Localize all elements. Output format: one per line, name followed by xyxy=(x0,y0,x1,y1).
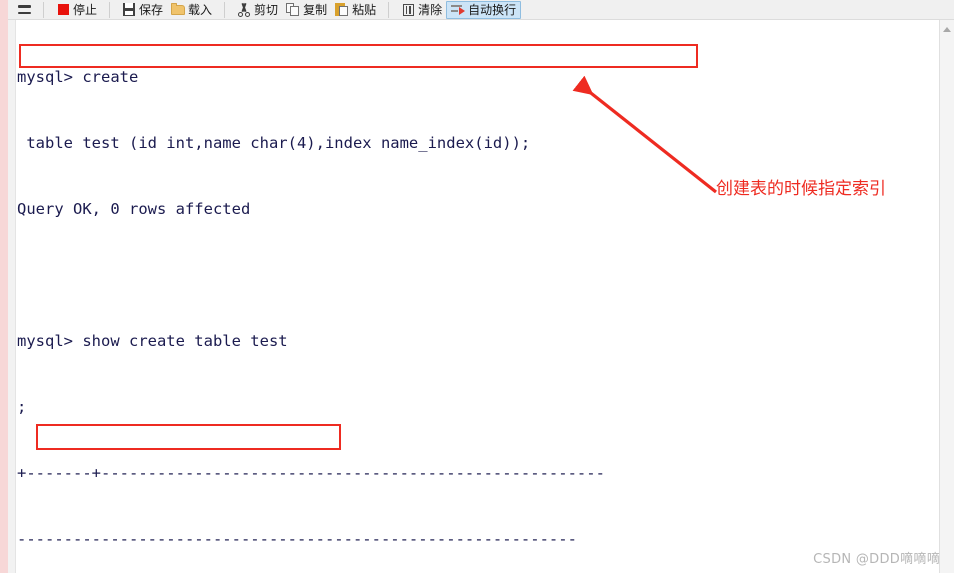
word-wrap-icon xyxy=(451,3,466,17)
save-icon xyxy=(122,3,136,17)
toolbar-divider xyxy=(388,1,390,18)
toolbar-group-view: 清除 自动换行 xyxy=(392,0,526,20)
toolbar-group-edit: 剪切 复制 粘贴 xyxy=(228,0,385,20)
copy-button[interactable]: 复制 xyxy=(282,1,331,19)
annotation-note-text: 创建表的时候指定索引 xyxy=(716,179,886,199)
copy-button-label: 复制 xyxy=(303,2,328,17)
toolbar-divider xyxy=(224,1,226,18)
console-line: ----------------------------------------… xyxy=(17,530,577,548)
console-panel[interactable]: mysql> create table test (id int,name ch… xyxy=(8,20,954,573)
clear-button[interactable]: 清除 xyxy=(397,1,446,19)
save-button-label: 保存 xyxy=(139,2,164,17)
vertical-scrollbar[interactable] xyxy=(939,20,954,573)
folder-open-icon xyxy=(171,2,186,17)
toolbar-divider xyxy=(43,1,44,18)
console-line: table test (id int,name char(4),index na… xyxy=(17,134,531,152)
hamburger-menu-button[interactable] xyxy=(13,1,35,19)
cut-button[interactable]: 剪切 xyxy=(233,1,282,19)
stop-button-label: 停止 xyxy=(73,2,98,17)
toolbar-group-menu xyxy=(8,0,40,20)
watermark: CSDN @DDD嘀嘀嘀 xyxy=(813,552,940,567)
save-button[interactable]: 保存 xyxy=(118,1,167,19)
load-button[interactable]: 载入 xyxy=(167,1,216,19)
console-line: mysql> show create table test xyxy=(17,332,288,350)
stop-icon xyxy=(56,3,70,17)
scissors-icon xyxy=(237,2,251,17)
toolbar-group-file: 保存 载入 xyxy=(113,0,221,20)
chevron-up-icon[interactable] xyxy=(940,22,954,36)
load-button-label: 载入 xyxy=(188,2,213,17)
clear-icon xyxy=(401,3,415,17)
console-line: mysql> create xyxy=(17,68,139,86)
clear-button-label: 清除 xyxy=(418,2,443,17)
left-edge-strip xyxy=(0,0,8,573)
copy-icon xyxy=(286,3,300,17)
console-output: mysql> create table test (id int,name ch… xyxy=(17,22,938,573)
word-wrap-toggle-label: 自动换行 xyxy=(468,2,517,17)
paste-button-label: 粘贴 xyxy=(352,2,377,17)
toolbar: 停止 保存 载入 剪切 复制 粘贴 清除 自动换行 xyxy=(8,0,954,20)
toolbar-group-run: 停止 xyxy=(47,0,106,20)
console-line: ; xyxy=(17,398,27,416)
console-line: +-------+-------------------------------… xyxy=(17,464,605,482)
toolbar-divider xyxy=(109,1,111,18)
cut-button-label: 剪切 xyxy=(254,2,279,17)
paste-icon xyxy=(335,3,349,17)
hamburger-menu-icon xyxy=(17,3,31,17)
paste-button[interactable]: 粘贴 xyxy=(331,1,380,19)
word-wrap-toggle[interactable]: 自动换行 xyxy=(446,0,522,19)
stop-button[interactable]: 停止 xyxy=(52,1,101,19)
app-window: 停止 保存 载入 剪切 复制 粘贴 清除 自动换行 mysql> create … xyxy=(0,0,954,573)
console-gutter xyxy=(8,20,16,573)
